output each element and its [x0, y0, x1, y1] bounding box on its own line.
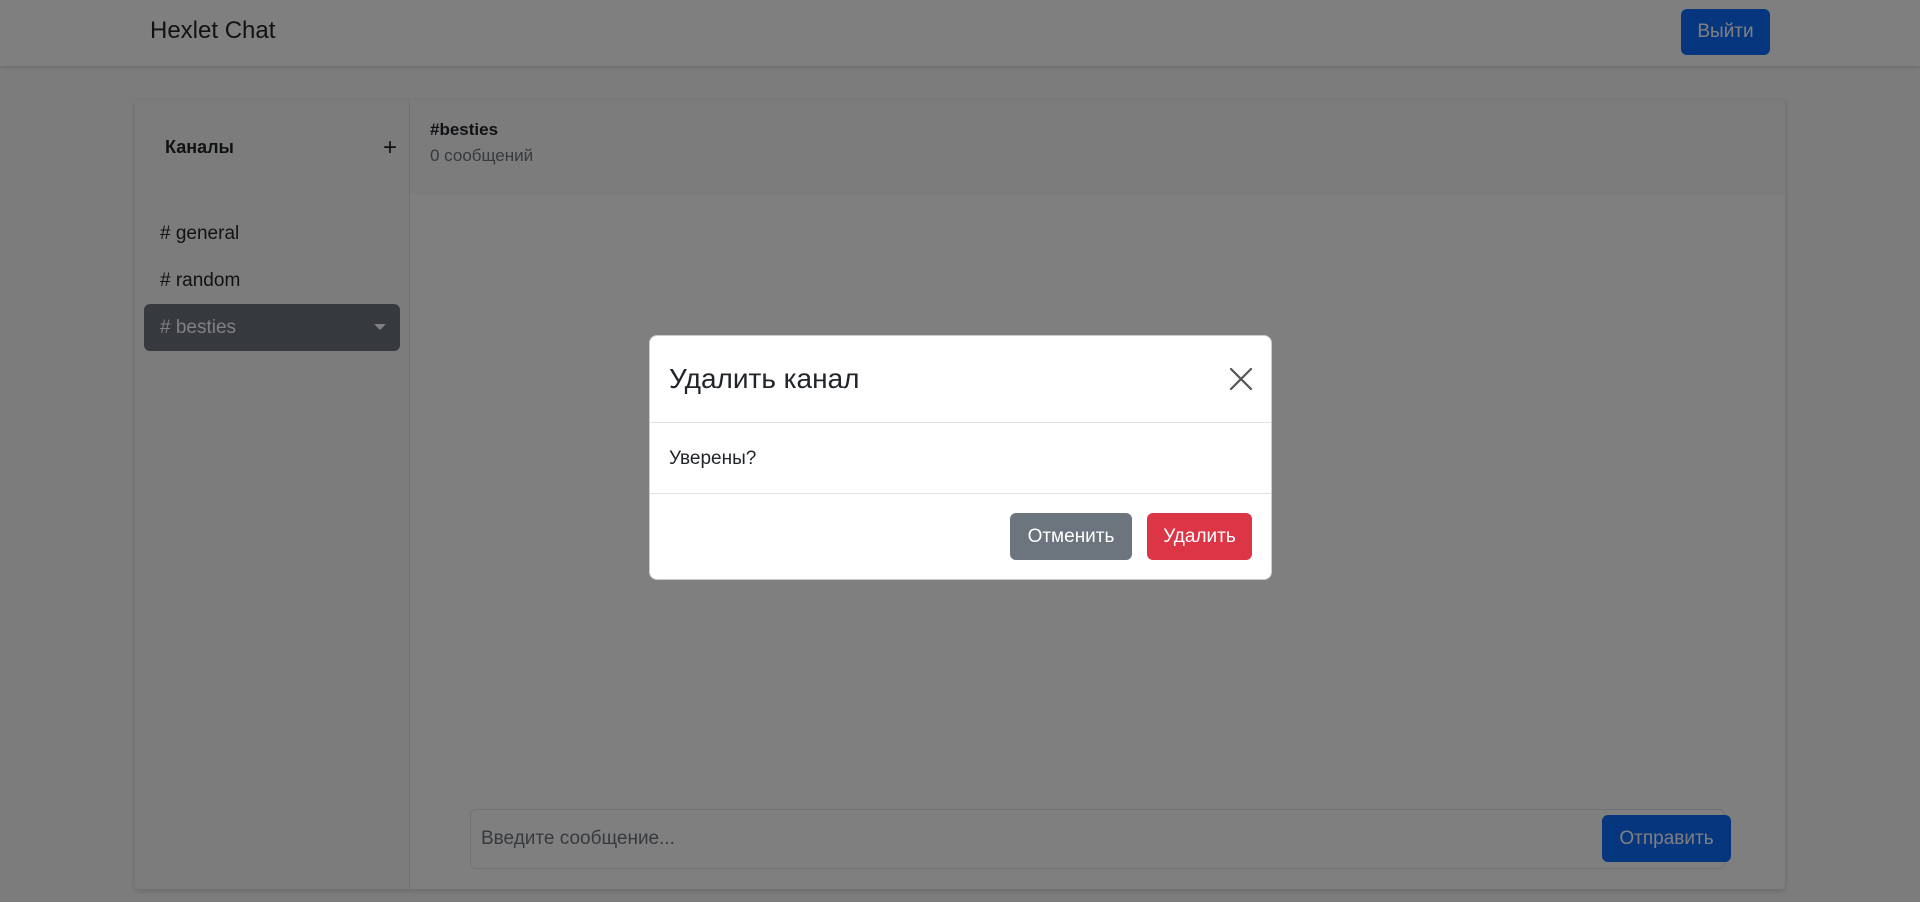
close-icon[interactable] — [1228, 366, 1254, 392]
modal-body: Уверены? — [650, 423, 1271, 494]
confirm-text: Уверены? — [669, 448, 757, 469]
cancel-button[interactable]: Отменить — [1010, 513, 1132, 560]
modal-header: Удалить канал — [650, 336, 1271, 423]
delete-button[interactable]: Удалить — [1147, 513, 1252, 560]
delete-channel-modal: Удалить канал Уверены? Отменить Удалить — [649, 335, 1272, 580]
modal-title: Удалить канал — [669, 363, 860, 394]
